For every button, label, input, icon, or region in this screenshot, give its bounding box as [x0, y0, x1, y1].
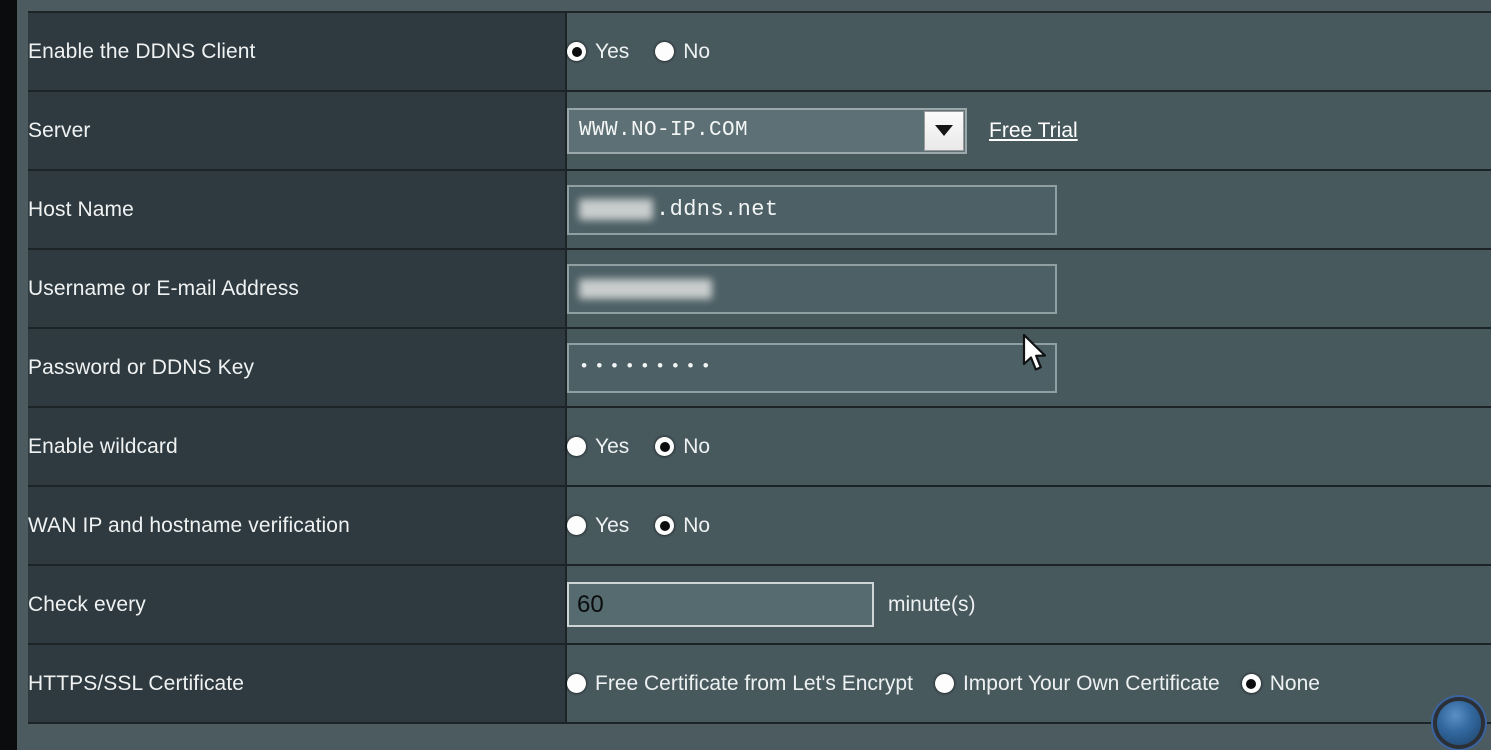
- table-row: Enable wildcard Yes No: [28, 407, 1491, 487]
- row-label-enable-ddns-client: Enable the DDNS Client: [28, 11, 567, 92]
- row-label-username: Username or E-mail Address: [28, 249, 567, 329]
- screen: Enable the DDNS Client Yes No Server WWW…: [0, 0, 1491, 750]
- host-name-suffix: .ddns.net: [656, 197, 779, 222]
- row-value-check-every: 60 minute(s): [566, 565, 1491, 645]
- row-label-server: Server: [28, 91, 567, 171]
- host-name-input[interactable]: .ddns.net: [567, 184, 1057, 235]
- radio-option-wan-verify-no[interactable]: No: [655, 514, 710, 538]
- radio-label: No: [683, 39, 711, 63]
- radio-label: No: [683, 434, 711, 458]
- server-select-value: WWW.NO-IP.COM: [579, 119, 749, 142]
- radio-label: Import Your Own Certificate: [962, 671, 1220, 695]
- row-value-server: WWW.NO-IP.COM Free Trial: [566, 91, 1491, 171]
- password-masked-value: •••••••••: [579, 358, 716, 377]
- free-trial-link[interactable]: Free Trial: [989, 119, 1078, 143]
- table-row: Host Name .ddns.net: [28, 170, 1491, 250]
- table-row: Check every 60 minute(s): [28, 565, 1491, 645]
- radio-group-https-ssl-certificate: Free Certificate from Let's Encrypt Impo…: [567, 672, 1491, 696]
- table-row: WAN IP and hostname verification Yes No: [28, 486, 1491, 566]
- radio-icon-selected[interactable]: [567, 42, 586, 61]
- check-interval-unit: minute(s): [888, 592, 976, 616]
- table-row: Server WWW.NO-IP.COM Free Trial: [28, 91, 1491, 171]
- router-settings-page: Enable the DDNS Client Yes No Server WWW…: [17, 0, 1491, 750]
- row-label-password: Password or DDNS Key: [28, 328, 567, 408]
- radio-label: Yes: [595, 513, 630, 537]
- radio-option-none[interactable]: None: [1241, 671, 1320, 696]
- row-value-enable-wildcard: Yes No: [566, 407, 1491, 487]
- row-label-host-name: Host Name: [28, 170, 567, 250]
- radio-option-enable-ddns-no[interactable]: No: [655, 40, 710, 64]
- radio-label: Yes: [595, 39, 630, 63]
- radio-group-enable-ddns-client: Yes No: [567, 40, 1491, 64]
- radio-label: None: [1269, 671, 1320, 695]
- password-input[interactable]: •••••••••: [567, 342, 1057, 393]
- radio-icon-unselected[interactable]: [934, 674, 954, 693]
- check-interval-row: 60 minute(s): [567, 582, 1491, 627]
- server-select[interactable]: WWW.NO-IP.COM: [567, 107, 967, 154]
- row-value-wan-ip-verification: Yes No: [566, 486, 1491, 566]
- ddns-settings-table: Enable the DDNS Client Yes No Server WWW…: [28, 11, 1491, 724]
- table-row: Password or DDNS Key •••••••••: [28, 328, 1491, 408]
- username-input[interactable]: [567, 263, 1057, 314]
- radio-label: No: [683, 513, 711, 537]
- radio-option-wildcard-yes[interactable]: Yes: [567, 435, 629, 459]
- row-value-password: •••••••••: [566, 328, 1491, 408]
- redacted-hostname-prefix: [579, 199, 653, 220]
- row-label-wan-ip-verification: WAN IP and hostname verification: [28, 486, 567, 566]
- chevron-down-icon[interactable]: [924, 110, 964, 151]
- left-black-margin: [0, 0, 17, 750]
- table-row: HTTPS/SSL Certificate Free Certificate f…: [28, 644, 1491, 724]
- row-value-enable-ddns-client: Yes No: [566, 11, 1491, 92]
- check-interval-input[interactable]: 60: [567, 582, 874, 627]
- row-value-https-ssl-certificate: Free Certificate from Let's Encrypt Impo…: [566, 644, 1491, 724]
- radio-icon-unselected[interactable]: [567, 516, 586, 535]
- radio-icon-selected[interactable]: [655, 437, 675, 456]
- row-label-check-every: Check every: [28, 565, 567, 645]
- row-label-https-ssl-certificate: HTTPS/SSL Certificate: [28, 644, 567, 724]
- radio-option-wan-verify-yes[interactable]: Yes: [567, 514, 629, 538]
- radio-group-wan-ip-verification: Yes No: [567, 514, 1491, 538]
- radio-icon-unselected[interactable]: [567, 674, 586, 693]
- radio-icon-selected[interactable]: [655, 516, 675, 535]
- radio-option-enable-ddns-yes[interactable]: Yes: [567, 40, 629, 64]
- radio-option-free-certificate-lets-encrypt[interactable]: Free Certificate from Let's Encrypt: [567, 672, 913, 696]
- chevron-glyph: [935, 125, 953, 136]
- server-select-row: WWW.NO-IP.COM Free Trial: [567, 107, 1491, 154]
- radio-icon-unselected[interactable]: [567, 437, 586, 456]
- radio-icon-selected[interactable]: [1241, 674, 1261, 693]
- radio-label: Free Certificate from Let's Encrypt: [595, 671, 913, 695]
- row-value-host-name: .ddns.net: [566, 170, 1491, 250]
- radio-label: Yes: [595, 434, 630, 458]
- table-row: Username or E-mail Address: [28, 249, 1491, 329]
- radio-option-wildcard-no[interactable]: No: [655, 435, 710, 459]
- radio-icon-unselected[interactable]: [655, 42, 675, 61]
- radio-option-import-your-own-certificate[interactable]: Import Your Own Certificate: [934, 671, 1220, 696]
- table-row: Enable the DDNS Client Yes No: [28, 11, 1491, 92]
- row-label-enable-wildcard: Enable wildcard: [28, 407, 567, 487]
- row-value-username: [566, 249, 1491, 329]
- redacted-username-value: [579, 278, 712, 299]
- radio-group-enable-wildcard: Yes No: [567, 435, 1491, 459]
